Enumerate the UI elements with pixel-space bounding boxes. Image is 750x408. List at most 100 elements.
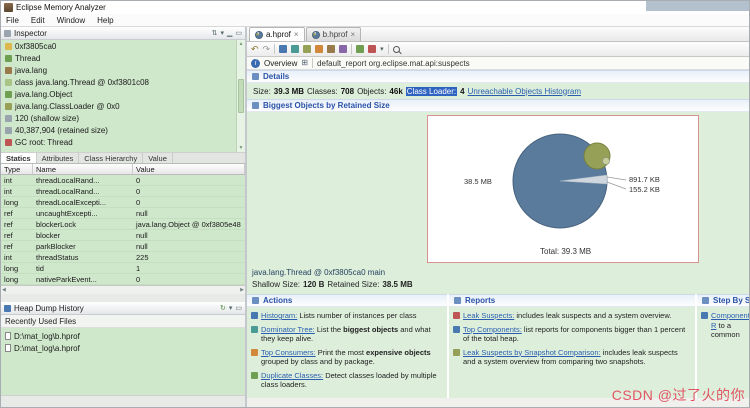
top-consumers-icon[interactable] — [303, 45, 312, 53]
tree-item[interactable]: java.lang — [1, 64, 245, 76]
scroll-down-icon[interactable]: ▼ — [239, 145, 244, 151]
tree-item[interactable]: Thread — [1, 52, 245, 64]
column-value[interactable]: Value — [133, 164, 245, 174]
tree-vertical-scrollbar[interactable]: ▲ ▼ — [236, 40, 245, 152]
histogram-icon[interactable] — [279, 45, 288, 53]
table-row[interactable]: ref parkBlocker null — [1, 241, 245, 252]
list-item[interactable]: Histogram: Lists number of instances per… — [247, 309, 447, 323]
link-with-editor-icon[interactable]: ⇅ — [212, 30, 218, 37]
maximize-icon[interactable]: ▭ — [235, 305, 242, 312]
report-path[interactable]: default_report org.eclipse.mat.api:suspe… — [317, 59, 470, 68]
classloader-label-selected: Class Loader: — [405, 86, 458, 96]
tree-item[interactable]: 40,387,904 (retained size) — [1, 124, 245, 136]
tree-item[interactable]: java.lang.Object — [1, 88, 245, 100]
tab-value[interactable]: Value — [143, 153, 173, 163]
scroll-right-icon[interactable]: ▶ — [240, 287, 244, 293]
refresh-icon[interactable]: ↻ — [220, 305, 226, 312]
package-icon — [5, 66, 12, 74]
tree-item[interactable]: class java.lang.Thread @ 0xf3801c08 — [1, 76, 245, 88]
table-row[interactable]: long nativeParkEvent... 0 — [1, 274, 245, 285]
list-item[interactable]: Leak Suspects: includes leak suspects an… — [449, 309, 695, 323]
view-menu-icon[interactable]: ▾ — [229, 305, 233, 312]
biggest-objects-section-header[interactable]: Biggest Objects by Retained Size — [247, 99, 749, 112]
list-item[interactable]: D:\mat_log\a.hprof — [1, 342, 245, 354]
pie-slice-second[interactable] — [583, 142, 611, 170]
duplicate-classes-icon — [251, 371, 258, 379]
table-row[interactable]: long tid 1 — [1, 263, 245, 274]
list-item[interactable]: Duplicate Classes: Detect classes loaded… — [247, 369, 447, 392]
table-row[interactable]: ref blocker null — [1, 230, 245, 241]
retained-size-label: Retained Size: — [327, 280, 380, 289]
table-horizontal-scrollbar[interactable]: ◀ ▶ — [1, 285, 245, 294]
top-consumers-link[interactable]: Top Consumers: — [261, 348, 316, 357]
reports-section-header[interactable]: Reports — [449, 294, 695, 307]
tree-item[interactable]: 0xf3805ca0 — [1, 40, 245, 52]
cell-value: 1 — [136, 263, 141, 273]
menu-help[interactable]: Help — [97, 16, 113, 25]
pie-slice-third[interactable] — [602, 157, 610, 165]
oql-icon[interactable] — [327, 45, 336, 53]
grid-icon[interactable]: ⊞ — [301, 59, 308, 67]
tab-attributes[interactable]: Attributes — [37, 153, 80, 163]
query-dropdown-icon[interactable]: ▾ — [380, 46, 384, 53]
inspector-panel: Inspector ⇅ ▾ ▁ ▭ 0xf3805ca0 Thread java… — [1, 27, 247, 407]
item-text: List the — [314, 324, 344, 334]
run-report-icon[interactable] — [356, 45, 365, 53]
maximize-icon[interactable]: ▭ — [235, 30, 242, 37]
forward-icon[interactable]: ↷ — [263, 44, 271, 54]
duplicate-classes-link[interactable]: Duplicate Classes: — [261, 371, 323, 380]
list-item[interactable]: Top Components: list reports for compone… — [449, 323, 695, 346]
search-icon[interactable] — [392, 45, 400, 53]
column-name[interactable]: Name — [33, 164, 133, 174]
dominator-tree-link[interactable]: Dominator Tree: — [261, 325, 315, 334]
thread-overview-icon[interactable] — [339, 45, 348, 53]
tab-class-hierarchy[interactable]: Class Hierarchy — [79, 153, 144, 163]
list-item[interactable]: Top Consumers: Print the most expensive … — [247, 346, 447, 369]
close-icon[interactable]: × — [350, 30, 355, 39]
actions-section-header[interactable]: Actions — [247, 294, 447, 307]
titlebar[interactable]: Eclipse Memory Analyzer — [1, 1, 749, 14]
leak-suspects-link[interactable]: Leak Suspects: — [463, 311, 514, 320]
pie-chart-icon[interactable] — [315, 45, 324, 53]
report-columns: Actions Histogram: Lists number of insta… — [247, 294, 749, 398]
minimize-icon[interactable]: ▁ — [227, 30, 232, 37]
step-by-step-column: Step By Step Component R to a common — [697, 294, 749, 398]
tree-item[interactable]: java.lang.ClassLoader @ 0x0 — [1, 100, 245, 112]
list-item[interactable]: D:\mat_log\b.hprof — [1, 330, 245, 342]
table-row[interactable]: ref uncaughtExcepti... null — [1, 208, 245, 219]
scroll-up-icon[interactable]: ▲ — [239, 41, 244, 47]
scrollbar-thumb[interactable] — [238, 79, 244, 113]
menu-edit[interactable]: Edit — [31, 16, 45, 25]
list-item[interactable]: Component R to a common — [697, 309, 749, 342]
tree-item[interactable]: GC root: Thread — [1, 136, 245, 148]
close-icon[interactable]: × — [294, 30, 299, 39]
view-menu-icon[interactable]: ▾ — [220, 30, 224, 37]
dominator-tree-icon[interactable] — [291, 45, 300, 53]
tab-statics[interactable]: Statics — [1, 153, 37, 163]
back-icon[interactable]: ↶ — [251, 44, 259, 54]
unreachable-objects-link[interactable]: Unreachable Objects Histogram — [468, 87, 581, 96]
menu-window[interactable]: Window — [57, 16, 85, 25]
column-type[interactable]: Type — [1, 164, 33, 174]
overview-tab-label[interactable]: Overview — [264, 59, 297, 68]
table-row[interactable]: long threadLocalExcepti... 0 — [1, 197, 245, 208]
scroll-left-icon[interactable]: ◀ — [2, 287, 6, 293]
tree-item[interactable]: 120 (shallow size) — [1, 112, 245, 124]
step-by-step-section-header[interactable]: Step By Step — [697, 294, 749, 307]
details-section-header[interactable]: Details — [247, 70, 749, 83]
top-components-link[interactable]: Top Components: — [463, 325, 522, 334]
list-item[interactable]: Leak Suspects by Snapshot Comparison: in… — [449, 346, 695, 369]
menu-file[interactable]: File — [6, 16, 19, 25]
selected-object-label[interactable]: java.lang.Thread @ 0xf3805ca0 main — [252, 268, 385, 277]
cell-name: nativeParkEvent... — [36, 274, 97, 284]
table-row[interactable]: int threadLocalRand... 0 — [1, 175, 245, 186]
compare-icon[interactable] — [368, 45, 377, 53]
list-item[interactable]: Dominator Tree: List the biggest objects… — [247, 323, 447, 346]
table-row[interactable]: ref blockerLock java.lang.Object @ 0xf3805… — [1, 219, 245, 230]
table-row[interactable]: int threadLocalRand... 0 — [1, 186, 245, 197]
histogram-link[interactable]: Histogram: — [261, 311, 297, 320]
tab-b-hprof[interactable]: b.hprof × — [305, 27, 362, 41]
snapshot-comparison-link[interactable]: Leak Suspects by Snapshot Comparison: — [463, 348, 601, 357]
table-row[interactable]: int threadStatus 225 — [1, 252, 245, 263]
tab-a-hprof[interactable]: a.hprof × — [249, 27, 305, 41]
